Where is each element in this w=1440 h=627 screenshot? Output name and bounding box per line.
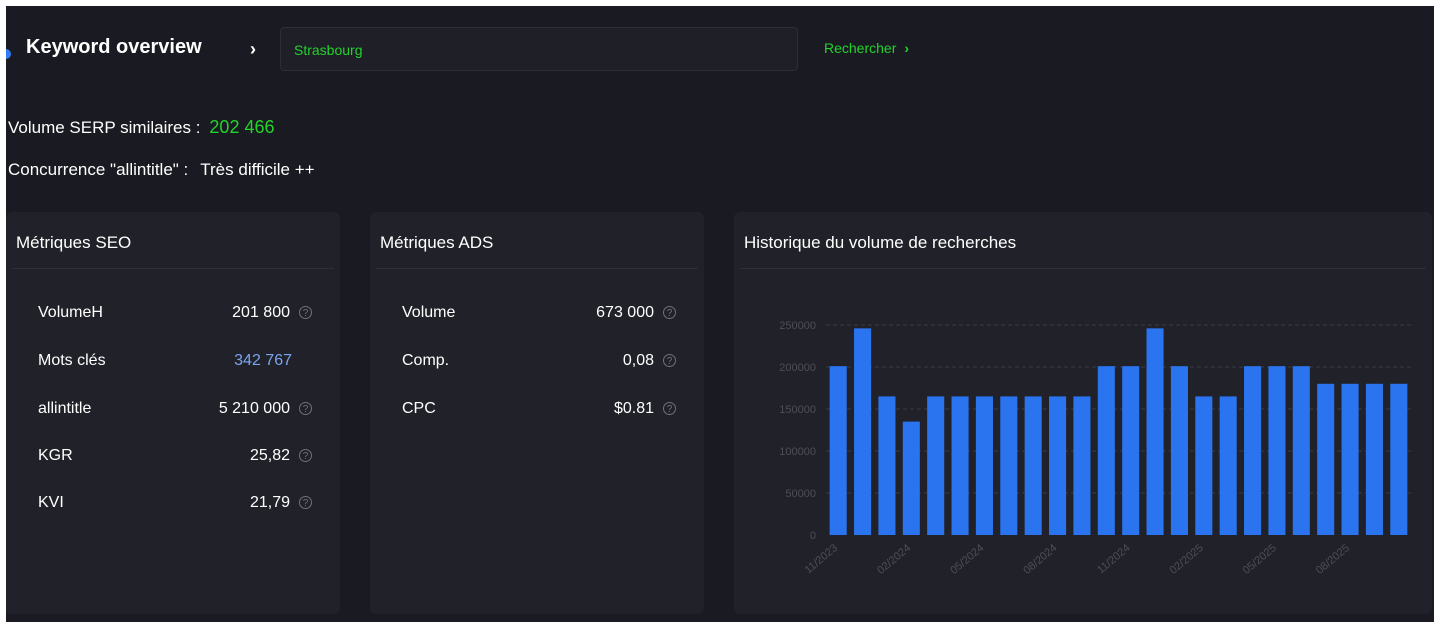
x-tick-label: 05/2024 <box>948 542 986 577</box>
competition-value: Très difficile ++ <box>200 160 315 179</box>
panel-title: Métriques ADS <box>380 233 494 252</box>
metric-label: VolumeH <box>38 304 103 321</box>
ads-metrics-panel: Métriques ADS Volume 673 000 ? Comp. 0,0… <box>370 212 704 614</box>
y-tick-label: 150000 <box>779 404 816 416</box>
x-tick-label: 02/2025 <box>1168 542 1206 577</box>
bar <box>1365 383 1383 535</box>
metric-value: 5 210 000 <box>218 400 290 417</box>
divider <box>12 268 334 269</box>
y-tick-label: 50000 <box>785 488 816 500</box>
serp-volume: Volume SERP similaires : 202 466 <box>8 117 275 138</box>
y-tick-label: 250000 <box>779 320 816 332</box>
bar <box>1341 383 1359 535</box>
help-icon[interactable]: ? <box>299 449 312 462</box>
chevron-right-icon: › <box>250 39 256 59</box>
search-button-label[interactable]: Rechercher <box>824 40 896 56</box>
bar <box>1317 383 1335 535</box>
metric-value-link[interactable]: 342 767 <box>234 352 292 370</box>
x-tick-label: 08/2025 <box>1314 542 1352 577</box>
page-title: Keyword overview <box>26 36 202 58</box>
accent-dot <box>6 49 11 59</box>
metric-row-cpc: CPC $0.81 ? <box>370 400 704 422</box>
x-tick-label: 11/2024 <box>1095 542 1133 576</box>
metric-row-allintitle: allintitle 5 210 000 ? <box>6 400 340 422</box>
y-tick-label: 0 <box>810 530 816 542</box>
metric-row-volumeh: VolumeH 201 800 ? <box>6 304 340 326</box>
search-button[interactable]: Rechercher › <box>824 40 909 56</box>
x-tick-label: 08/2024 <box>1021 542 1059 577</box>
metric-label: KVI <box>38 494 64 511</box>
bar <box>1268 366 1286 535</box>
metric-value: 21,79 <box>249 494 290 511</box>
metric-value: 673 000 <box>596 304 654 321</box>
metric-row-kvi: KVI 21,79 ? <box>6 494 340 516</box>
bar <box>1024 396 1042 535</box>
metric-value: 201 800 <box>232 304 290 321</box>
metric-label: Volume <box>402 304 456 321</box>
help-icon[interactable]: ? <box>299 496 312 509</box>
help-icon[interactable]: ? <box>663 402 676 415</box>
help-icon[interactable]: ? <box>663 354 676 367</box>
bar <box>1146 328 1164 535</box>
competition-label: Concurrence "allintitle" : <box>8 160 189 179</box>
metric-row-kgr: KGR 25,82 ? <box>6 447 340 469</box>
bar <box>1000 396 1018 535</box>
bar <box>1170 366 1188 535</box>
competition: Concurrence "allintitle" : Très difficile… <box>8 160 315 180</box>
metric-label: Mots clés <box>38 352 106 369</box>
divider <box>376 268 698 269</box>
metric-row-volume: Volume 673 000 ? <box>370 304 704 326</box>
x-tick-label: 05/2025 <box>1241 542 1279 577</box>
bar <box>1073 396 1091 535</box>
bar <box>975 396 993 535</box>
serp-volume-value: 202 466 <box>209 117 275 137</box>
metric-label: Comp. <box>402 352 450 369</box>
topbar: Keyword overview › Strasbourg Rechercher… <box>6 6 1434 86</box>
metric-row-comp: Comp. 0,08 ? <box>370 352 704 374</box>
bar <box>1244 366 1262 535</box>
serp-volume-label: Volume SERP similaires : <box>8 118 201 137</box>
metric-row-mots-cles: Mots clés 342 767 <box>6 352 340 374</box>
search-input-value[interactable]: Strasbourg <box>294 42 362 58</box>
metric-label: allintitle <box>38 400 92 417</box>
help-icon[interactable]: ? <box>663 306 676 319</box>
x-tick-label: 02/2024 <box>875 542 913 577</box>
metric-label: CPC <box>402 400 436 417</box>
bar <box>854 328 872 535</box>
x-tick-label: 11/2023 <box>803 542 841 576</box>
y-tick-label: 100000 <box>779 446 816 458</box>
y-tick-label: 200000 <box>779 362 816 374</box>
bar <box>902 421 920 535</box>
seo-metrics-panel: Métriques SEO VolumeH 201 800 ? Mots clé… <box>6 212 340 614</box>
bar <box>1390 383 1408 535</box>
bar <box>1097 366 1115 535</box>
metric-value: 0,08 <box>622 352 654 369</box>
bar <box>1122 366 1140 535</box>
bar <box>1049 396 1067 535</box>
history-panel: Historique du volume de recherches 0 5000… <box>734 212 1432 614</box>
metric-label: KGR <box>38 447 73 464</box>
metric-value: $0.81 <box>613 400 654 417</box>
bar <box>1195 396 1213 535</box>
help-icon[interactable]: ? <box>299 402 312 415</box>
panel-title: Métriques SEO <box>16 233 132 252</box>
search-input[interactable]: Strasbourg <box>280 27 798 71</box>
history-bar-chart: 0 50000 100000 150000 200000 250000 11/2023 02/… <box>779 320 1411 577</box>
chevron-right-icon[interactable]: › <box>904 40 909 56</box>
bar <box>1292 366 1310 535</box>
bar <box>927 396 945 535</box>
bar <box>829 366 847 535</box>
help-icon[interactable]: ? <box>299 306 312 319</box>
bar <box>878 396 896 535</box>
app-window: Keyword overview › Strasbourg Rechercher… <box>6 6 1434 622</box>
metric-value: 25,82 <box>249 447 290 464</box>
bar <box>1219 396 1237 535</box>
bar <box>951 396 969 535</box>
